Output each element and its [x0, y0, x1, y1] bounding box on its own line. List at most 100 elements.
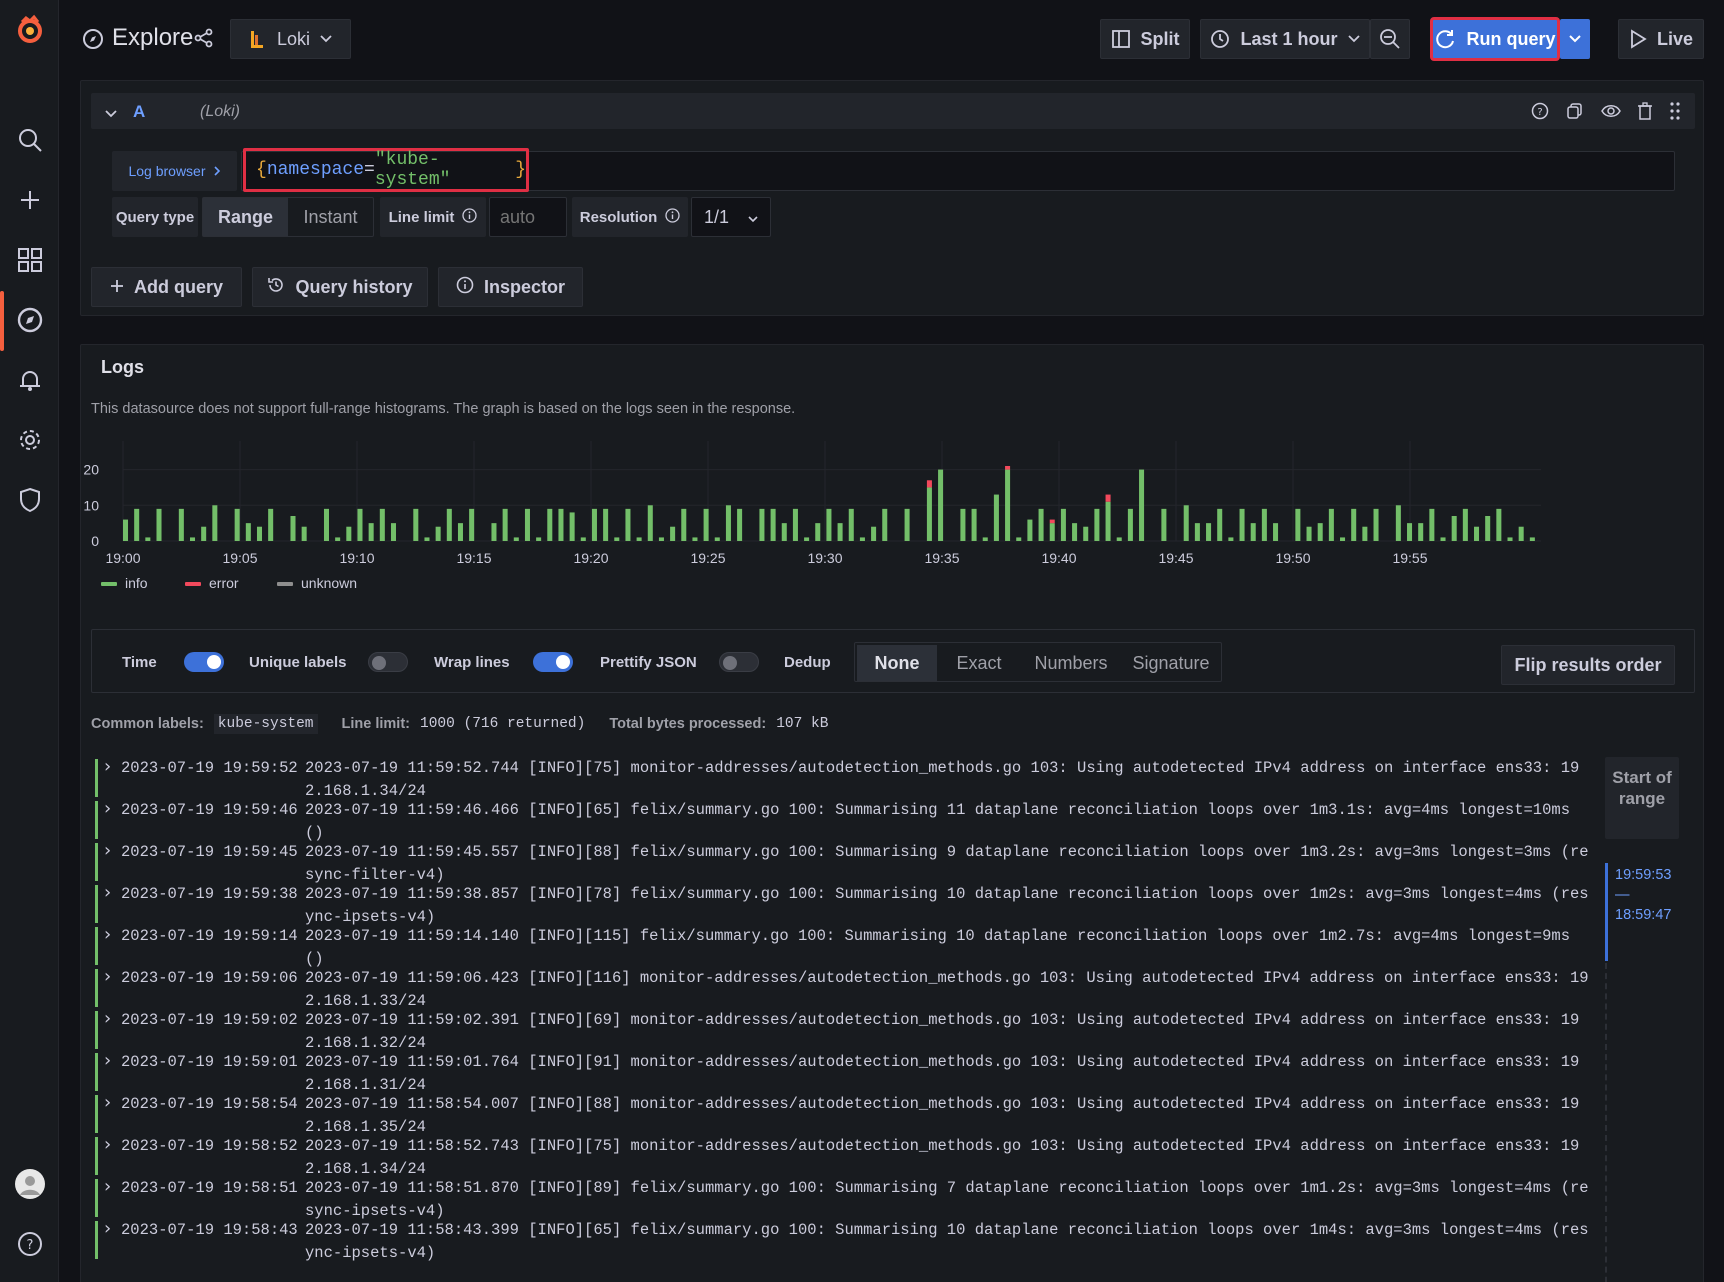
log-row[interactable]: › 2023-07-19 19:59:14 2023-07-19 11:59:14.…	[95, 923, 1595, 968]
log-message: 2023-07-19 11:59:52.744 [INFO][75] monit…	[305, 759, 1580, 800]
add-query-button[interactable]: Add query	[91, 267, 242, 307]
configuration-gear-icon[interactable]	[14, 424, 46, 456]
user-avatar-icon[interactable]	[14, 1168, 46, 1200]
expand-row-chevron-icon[interactable]: ›	[104, 923, 111, 946]
flip-results-order-button[interactable]: Flip results order	[1501, 645, 1675, 685]
info-circle-icon[interactable]	[665, 207, 680, 227]
expand-row-chevron-icon[interactable]: ›	[104, 881, 111, 904]
query-ref-id[interactable]: A	[133, 102, 145, 122]
resolution-select[interactable]: 1/1	[691, 197, 771, 237]
info-bar	[212, 505, 218, 541]
split-button[interactable]: Split	[1100, 19, 1190, 59]
info-bar	[189, 537, 196, 541]
log-row[interactable]: › 2023-07-19 19:58:51 2023-07-19 11:58:51.…	[95, 1175, 1595, 1220]
zoom-out-button[interactable]	[1370, 19, 1410, 59]
line-limit-input[interactable]	[489, 197, 567, 237]
prettify-json-toggle[interactable]	[719, 652, 759, 672]
info-bar	[859, 537, 865, 541]
remove-query-trash-icon[interactable]	[1637, 102, 1653, 125]
info-bar	[1016, 537, 1022, 541]
expand-row-chevron-icon[interactable]: ›	[104, 1007, 111, 1030]
query-help-icon[interactable]: ?	[1531, 102, 1549, 125]
info-circle-icon[interactable]	[462, 207, 478, 227]
query-type-range-option[interactable]: Range	[203, 198, 288, 236]
log-browser-button[interactable]: Log browser	[112, 151, 237, 191]
expr-label-value: "kube-system"	[374, 150, 451, 190]
server-admin-shield-icon[interactable]	[14, 484, 46, 516]
query-history-button[interactable]: Query history	[252, 267, 428, 307]
log-row[interactable]: › 2023-07-19 19:58:54 2023-07-19 11:58:54.…	[95, 1091, 1595, 1136]
dedup-numbers-option[interactable]: Numbers	[1021, 645, 1121, 681]
expand-row-chevron-icon[interactable]: ›	[104, 1175, 111, 1198]
expand-row-chevron-icon[interactable]: ›	[104, 1049, 111, 1072]
info-bar	[614, 537, 620, 541]
query-expression-input[interactable]: {namespace = "kube-system"}	[241, 148, 1675, 192]
live-button[interactable]: Live	[1618, 19, 1704, 59]
grafana-logo-icon[interactable]	[14, 14, 46, 46]
duplicate-query-icon[interactable]	[1566, 102, 1584, 125]
time-toggle[interactable]	[184, 652, 224, 672]
sidebar-active-indicator	[0, 291, 4, 351]
logs-volume-histogram[interactable]: 19:00 19:05 19:10 19:15 19:20 19:25 19:30 19:35…	[81, 431, 1704, 617]
drag-handle-icon[interactable]	[1669, 101, 1681, 126]
info-bar	[536, 537, 542, 541]
datasource-picker[interactable]: Loki	[230, 19, 351, 59]
log-row[interactable]: › 2023-07-19 19:59:02 2023-07-19 11:59:02.…	[95, 1007, 1595, 1052]
resolution-label: Resolution	[579, 208, 658, 226]
info-bar	[670, 526, 676, 541]
log-row[interactable]: › 2023-07-19 19:59:46 2023-07-19 11:59:46.…	[95, 797, 1595, 842]
line-limit-label: Line limit	[388, 208, 455, 226]
info-bar	[134, 508, 140, 541]
log-row[interactable]: › 2023-07-19 19:58:43 2023-07-19 11:58:43.…	[95, 1217, 1595, 1262]
expand-row-chevron-icon[interactable]: ›	[104, 755, 111, 778]
time-range-picker[interactable]: Last 1 hour	[1200, 19, 1370, 59]
alerting-bell-icon[interactable]	[14, 364, 46, 396]
unique-labels-toggle[interactable]	[368, 652, 408, 672]
dashboards-grid-icon[interactable]	[14, 244, 46, 276]
dedup-exact-option[interactable]: Exact	[939, 645, 1019, 681]
expand-row-chevron-icon[interactable]: ›	[104, 839, 111, 862]
query-type-radio-group: Range Instant	[202, 197, 374, 237]
expand-row-chevron-icon[interactable]: ›	[104, 797, 111, 820]
toggle-visibility-eye-icon[interactable]	[1601, 102, 1621, 125]
explore-compass-icon[interactable]	[14, 304, 46, 336]
expr-label-key: namespace	[266, 160, 365, 180]
log-row[interactable]: › 2023-07-19 19:58:52 2023-07-19 11:58:52.…	[95, 1133, 1595, 1178]
log-row[interactable]: › 2023-07-19 19:59:45 2023-07-19 11:59:45.…	[95, 839, 1595, 884]
dedup-none-option[interactable]: None	[857, 645, 937, 681]
info-bar	[737, 508, 743, 541]
legend-label-error[interactable]: error	[209, 575, 239, 591]
legend-swatch-error	[185, 582, 201, 586]
range-nav-label[interactable]: 19:59:53 — 18:59:47	[1615, 865, 1671, 925]
share-icon[interactable]	[194, 28, 214, 53]
log-message: 2023-07-19 11:59:06.423 [INFO][116] moni…	[305, 969, 1589, 1010]
log-row[interactable]: › 2023-07-19 19:59:38 2023-07-19 11:59:38.…	[95, 881, 1595, 926]
expand-row-chevron-icon[interactable]: ›	[104, 1091, 111, 1114]
x-tick-label: 19:10	[339, 550, 374, 566]
legend-label-unknown[interactable]: unknown	[301, 575, 357, 591]
create-plus-icon[interactable]	[14, 184, 46, 216]
legend-label-info[interactable]: info	[125, 575, 148, 591]
chevron-right-icon	[213, 163, 221, 179]
run-query-options-button[interactable]	[1560, 19, 1590, 59]
log-row[interactable]: › 2023-07-19 19:59:52 2023-07-19 11:59:52.…	[95, 755, 1595, 800]
dedup-signature-option[interactable]: Signature	[1123, 645, 1219, 681]
expand-row-chevron-icon[interactable]: ›	[104, 1217, 111, 1240]
inspector-button[interactable]: Inspector	[438, 267, 583, 307]
search-icon[interactable]	[14, 124, 46, 156]
log-timestamp: 2023-07-19 19:58:43	[121, 1221, 298, 1239]
start-of-range-button[interactable]: Start of range	[1605, 757, 1679, 839]
expand-row-chevron-icon[interactable]: ›	[104, 1133, 111, 1156]
log-display-options-bar: Time Unique labels Wrap lines Prettify J…	[91, 629, 1695, 693]
log-row[interactable]: › 2023-07-19 19:59:06 2023-07-19 11:59:06.…	[95, 965, 1595, 1010]
log-row[interactable]: › 2023-07-19 19:59:01 2023-07-19 11:59:01.…	[95, 1049, 1595, 1094]
info-bar	[971, 508, 977, 541]
expand-row-chevron-icon[interactable]: ›	[104, 965, 111, 988]
expr-operator: =	[364, 160, 375, 180]
info-bar	[848, 508, 854, 541]
run-query-button[interactable]: Run query	[1430, 17, 1560, 61]
wrap-lines-toggle[interactable]	[533, 652, 573, 672]
help-icon[interactable]: ?	[14, 1228, 46, 1260]
collapse-chevron-icon[interactable]	[105, 105, 117, 123]
query-type-instant-option[interactable]: Instant	[288, 198, 373, 236]
